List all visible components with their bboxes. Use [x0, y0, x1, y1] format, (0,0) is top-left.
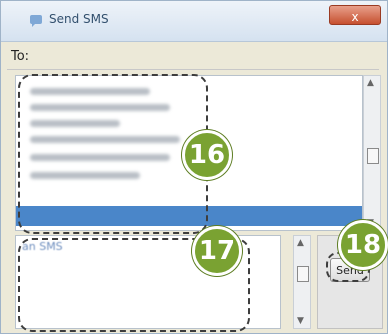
recipients-callout [18, 74, 208, 234]
callout-badge-16: 16 [182, 130, 232, 180]
scroll-thumb[interactable] [367, 148, 379, 164]
recipient-scrollbar[interactable]: ▲ ▼ [363, 75, 381, 231]
callout-badge-17: 17 [192, 226, 242, 276]
callout-badge-18: 18 [338, 220, 388, 270]
scroll-up-icon[interactable]: ▲ [297, 238, 304, 248]
scroll-up-icon[interactable]: ▲ [367, 78, 374, 88]
sms-app-icon [30, 15, 42, 27]
title-bar[interactable]: Send SMS x [1, 1, 387, 42]
scroll-down-icon[interactable]: ▼ [297, 316, 304, 326]
scroll-thumb[interactable] [297, 266, 309, 282]
window-title: Send SMS [49, 12, 109, 26]
to-label: To: [11, 49, 30, 64]
message-scrollbar[interactable]: ▲ ▼ [293, 235, 311, 329]
close-button[interactable]: x [329, 5, 381, 25]
to-divider [7, 69, 379, 70]
